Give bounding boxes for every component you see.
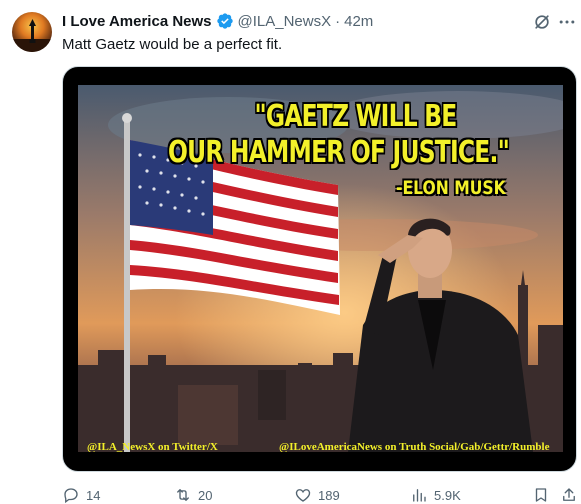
views-count: 5.9K	[434, 487, 461, 503]
views-icon	[413, 489, 426, 502]
bookmark-icon	[535, 488, 547, 502]
retweet-count: 20	[198, 487, 213, 503]
author-handle[interactable]: @ILA_NewsX	[238, 13, 332, 30]
verified-badge-icon	[216, 13, 233, 29]
like-count: 189	[318, 487, 340, 503]
quote-image: "GAETZ WILL BE OUR HAMMER OF JUSTICE." -…	[78, 85, 563, 452]
retweet-button[interactable]: 20	[174, 485, 212, 504]
bookmark-button[interactable]	[532, 485, 550, 504]
reply-count: 14	[86, 487, 101, 503]
like-button[interactable]: 189	[294, 485, 340, 504]
author-name[interactable]: I Love America News	[62, 13, 212, 30]
timestamp[interactable]: 42m	[344, 13, 373, 30]
reply-icon	[64, 488, 78, 504]
tweet-text: Matt Gaetz would be a perfect fit.	[62, 36, 283, 53]
watermark-right: @ILoveAmericaNews on Truth Social/Gab/Ge…	[279, 441, 550, 452]
quote-attribution: -ELON MUSK	[396, 177, 506, 199]
watermark-left: @ILA_NewsX on Twitter/X	[87, 441, 218, 452]
share-icon	[563, 488, 575, 501]
image-frame: "GAETZ WILL BE OUR HAMMER OF JUSTICE." -…	[71, 75, 568, 463]
more-icon[interactable]	[557, 12, 577, 32]
like-icon	[295, 489, 311, 502]
tweet-actions: 14 20 189 5.9K	[62, 485, 577, 504]
tweet-header: I Love America News @ILA_NewsX · 42m	[62, 11, 373, 31]
views-button[interactable]: 5.9K	[410, 485, 461, 504]
avatar[interactable]	[12, 12, 52, 52]
reply-button[interactable]: 14	[62, 485, 100, 504]
retweet-icon	[177, 489, 189, 501]
quote-line-2: OUR HAMMER OF JUSTICE."	[167, 135, 510, 170]
grok-icon[interactable]	[532, 12, 552, 32]
quote-line-1: "GAETZ WILL BE	[254, 99, 458, 134]
tweet-media[interactable]: "GAETZ WILL BE OUR HAMMER OF JUSTICE." -…	[62, 66, 577, 472]
separator-dot: ·	[335, 12, 341, 30]
share-button[interactable]	[560, 485, 578, 504]
